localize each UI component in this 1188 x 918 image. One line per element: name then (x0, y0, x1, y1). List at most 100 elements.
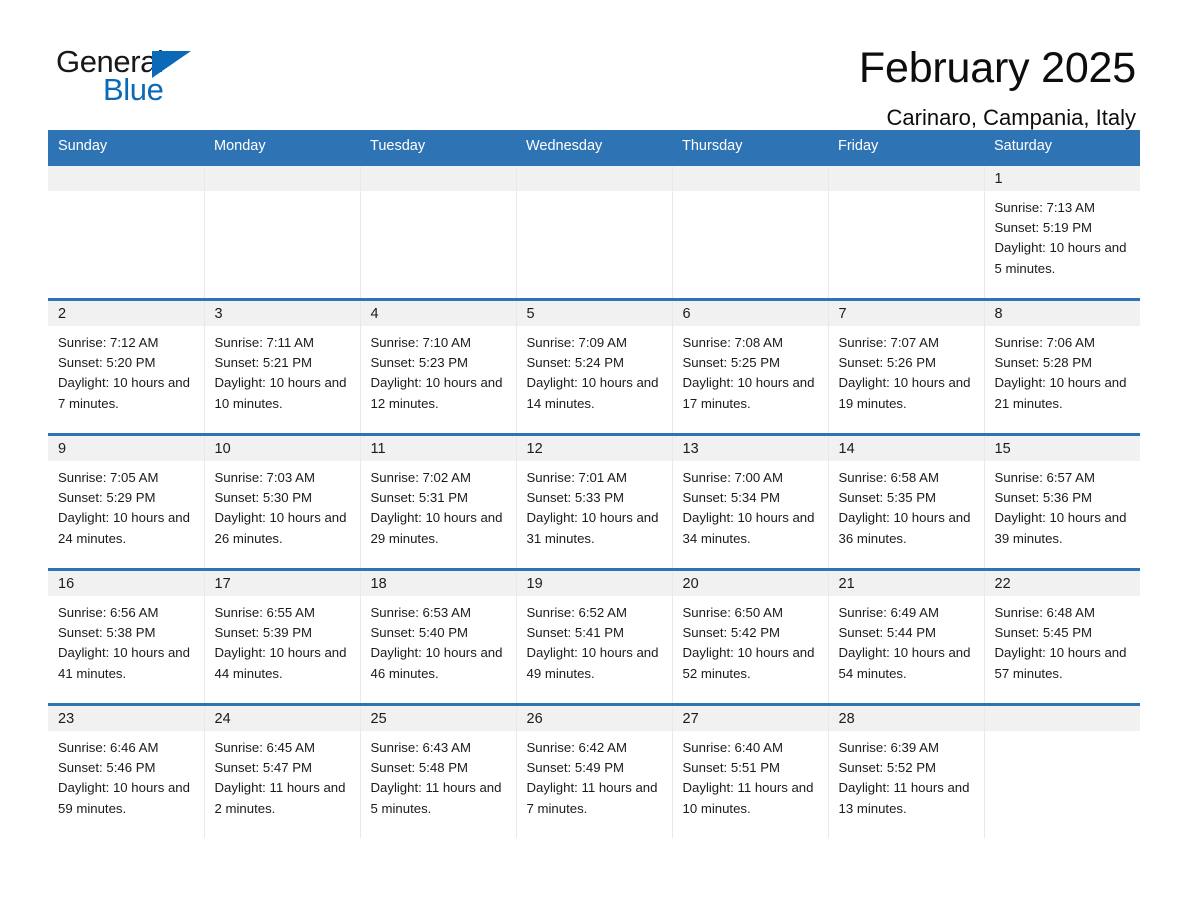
day-cell-inner: 19 Sunrise: 6:52 AM Sunset: 5:41 PM Dayligh… (516, 571, 672, 703)
calendar-day-cell[interactable]: 11 Sunrise: 7:02 AM Sunset: 5:31 PM Dayligh… (360, 433, 517, 570)
calendar-day-cell[interactable]: 7 Sunrise: 7:07 AM Sunset: 5:26 PM Daylight… (828, 298, 985, 435)
daylight-duration: Daylight: 11 hours and 5 minutes. (370, 780, 502, 816)
daylight-duration: Daylight: 10 hours and 21 minutes. (994, 375, 1127, 411)
sunrise-time: Sunrise: 6:39 AM (838, 740, 939, 755)
calendar-day-cell[interactable]: 13 Sunrise: 7:00 AM Sunset: 5:34 PM Dayligh… (672, 433, 829, 570)
day-number: 25 (360, 706, 516, 731)
day-cell-inner: 2 Sunrise: 7:12 AM Sunset: 5:20 PM Daylight… (48, 301, 204, 433)
calendar-day-cell-empty (984, 703, 1140, 838)
calendar-day-cell[interactable]: 5 Sunrise: 7:09 AM Sunset: 5:24 PM Daylight… (516, 298, 673, 435)
calendar-day-cell[interactable]: 1 Sunrise: 7:13 AM Sunset: 5:19 PM Daylight… (984, 163, 1140, 300)
calendar-day-cell[interactable]: 15 Sunrise: 6:57 AM Sunset: 5:36 PM Dayligh… (984, 433, 1140, 570)
day-number: 5 (516, 301, 672, 326)
sunrise-time: Sunrise: 7:10 AM (370, 335, 471, 350)
sunrise-time: Sunrise: 7:12 AM (58, 335, 159, 350)
sunset-time: Sunset: 5:39 PM (214, 625, 313, 641)
calendar-day-cell[interactable]: 20 Sunrise: 6:50 AM Sunset: 5:42 PM Dayligh… (672, 568, 829, 705)
calendar-day-cell[interactable]: 27 Sunrise: 6:40 AM Sunset: 5:51 PM Dayligh… (672, 703, 829, 838)
calendar-day-cell[interactable]: 19 Sunrise: 6:52 AM Sunset: 5:41 PM Dayligh… (516, 568, 673, 705)
day-number: 24 (204, 706, 360, 731)
daylight-duration: Daylight: 10 hours and 36 minutes. (838, 510, 971, 546)
day-number: 15 (984, 436, 1140, 461)
day-cell-inner (828, 166, 984, 298)
daylight-duration: Daylight: 10 hours and 46 minutes. (370, 645, 503, 681)
day-number: 2 (48, 301, 204, 326)
sunset-time: Sunset: 5:33 PM (526, 490, 625, 506)
sunset-time: Sunset: 5:47 PM (214, 760, 313, 776)
day-cell-inner: 23 Sunrise: 6:46 AM Sunset: 5:46 PM Dayligh… (48, 706, 204, 838)
day-number: 16 (48, 571, 204, 596)
day-number: 10 (204, 436, 360, 461)
day-number: 3 (204, 301, 360, 326)
day-cell-inner: 11 Sunrise: 7:02 AM Sunset: 5:31 PM Dayligh… (360, 436, 516, 568)
page-title: February 2025 (858, 44, 1136, 92)
day-number: 22 (984, 571, 1140, 596)
calendar-day-cell[interactable]: 16 Sunrise: 6:56 AM Sunset: 5:38 PM Dayligh… (48, 568, 205, 705)
day-cell-inner: 26 Sunrise: 6:42 AM Sunset: 5:49 PM Dayligh… (516, 706, 672, 838)
day-number: 28 (828, 706, 984, 731)
sunrise-time: Sunrise: 6:49 AM (838, 605, 939, 620)
calendar-day-cell[interactable]: 8 Sunrise: 7:06 AM Sunset: 5:28 PM Daylight… (984, 298, 1141, 435)
day-cell-inner: 7 Sunrise: 7:07 AM Sunset: 5:26 PM Daylight… (828, 301, 984, 433)
day-sun-info: Sunrise: 7:01 AM Sunset: 5:33 PM Daylight:… (517, 461, 672, 549)
sunset-time: Sunset: 5:34 PM (682, 490, 781, 506)
day-cell-inner: 8 Sunrise: 7:06 AM Sunset: 5:28 PM Daylight… (984, 301, 1141, 433)
day-cell-inner: 24 Sunrise: 6:45 AM Sunset: 5:47 PM Dayligh… (204, 706, 360, 838)
day-sun-info: Sunrise: 6:39 AM Sunset: 5:52 PM Daylight:… (829, 731, 984, 819)
calendar-day-cell[interactable]: 26 Sunrise: 6:42 AM Sunset: 5:49 PM Dayligh… (516, 703, 673, 838)
daylight-duration: Daylight: 10 hours and 41 minutes. (58, 645, 190, 681)
daylight-duration: Daylight: 10 hours and 14 minutes. (526, 375, 659, 411)
sunset-time: Sunset: 5:29 PM (58, 490, 156, 506)
day-number: 14 (828, 436, 984, 461)
calendar-day-cell[interactable]: 21 Sunrise: 6:49 AM Sunset: 5:44 PM Dayligh… (828, 568, 985, 705)
calendar-day-cell[interactable]: 22 Sunrise: 6:48 AM Sunset: 5:45 PM Dayligh… (984, 568, 1140, 705)
calendar-day-cell[interactable]: 2 Sunrise: 7:12 AM Sunset: 5:20 PM Daylight… (48, 298, 205, 435)
calendar-day-cell[interactable]: 25 Sunrise: 6:43 AM Sunset: 5:48 PM Dayligh… (360, 703, 517, 838)
calendar-day-cell[interactable]: 23 Sunrise: 6:46 AM Sunset: 5:46 PM Dayligh… (48, 703, 205, 838)
weekday-header-monday: Monday (204, 130, 360, 165)
day-sun-info: Sunrise: 6:40 AM Sunset: 5:51 PM Daylight:… (673, 731, 828, 819)
day-sun-info: Sunrise: 6:50 AM Sunset: 5:42 PM Daylight:… (673, 596, 828, 684)
sunset-time: Sunset: 5:35 PM (838, 490, 937, 506)
day-cell-inner: 4 Sunrise: 7:10 AM Sunset: 5:23 PM Daylight… (360, 301, 516, 433)
sunset-time: Sunset: 5:36 PM (994, 490, 1093, 506)
calendar-day-cell[interactable]: 3 Sunrise: 7:11 AM Sunset: 5:21 PM Daylight… (204, 298, 361, 435)
day-number: 18 (360, 571, 516, 596)
calendar-day-cell[interactable]: 4 Sunrise: 7:10 AM Sunset: 5:23 PM Daylight… (360, 298, 517, 435)
day-number: 11 (360, 436, 516, 461)
sunset-time: Sunset: 5:21 PM (214, 355, 313, 371)
day-sun-info: Sunrise: 7:11 AM Sunset: 5:21 PM Daylight:… (205, 326, 360, 414)
calendar-body: 1 Sunrise: 7:13 AM Sunset: 5:19 PM Daylight… (48, 163, 1141, 838)
day-number (672, 166, 828, 191)
day-cell-inner (516, 166, 672, 298)
daylight-duration: Daylight: 10 hours and 34 minutes. (682, 510, 815, 546)
day-sun-info: Sunrise: 6:45 AM Sunset: 5:47 PM Daylight:… (205, 731, 360, 819)
sunrise-time: Sunrise: 6:58 AM (838, 470, 939, 485)
day-number: 17 (204, 571, 360, 596)
day-number: 21 (828, 571, 984, 596)
calendar-day-cell-empty (828, 163, 985, 300)
calendar-day-cell[interactable]: 6 Sunrise: 7:08 AM Sunset: 5:25 PM Daylight… (672, 298, 829, 435)
day-number (360, 166, 516, 191)
day-cell-inner: 6 Sunrise: 7:08 AM Sunset: 5:25 PM Daylight… (672, 301, 828, 433)
daylight-duration: Daylight: 10 hours and 52 minutes. (682, 645, 815, 681)
calendar-day-cell[interactable]: 28 Sunrise: 6:39 AM Sunset: 5:52 PM Dayligh… (828, 703, 985, 838)
weekday-header-wednesday: Wednesday (516, 130, 672, 165)
calendar-day-cell[interactable]: 14 Sunrise: 6:58 AM Sunset: 5:35 PM Dayligh… (828, 433, 985, 570)
weekday-header-tuesday: Tuesday (360, 130, 516, 165)
daylight-duration: Daylight: 10 hours and 59 minutes. (58, 780, 190, 816)
day-sun-info: Sunrise: 7:06 AM Sunset: 5:28 PM Daylight:… (985, 326, 1141, 414)
sunset-time: Sunset: 5:25 PM (682, 355, 781, 371)
calendar-day-cell[interactable]: 18 Sunrise: 6:53 AM Sunset: 5:40 PM Dayligh… (360, 568, 517, 705)
calendar-day-cell[interactable]: 9 Sunrise: 7:05 AM Sunset: 5:29 PM Daylight… (48, 433, 205, 570)
calendar-day-cell-empty (672, 163, 829, 300)
calendar-day-cell[interactable]: 17 Sunrise: 6:55 AM Sunset: 5:39 PM Dayligh… (204, 568, 361, 705)
calendar-day-cell[interactable]: 12 Sunrise: 7:01 AM Sunset: 5:33 PM Dayligh… (516, 433, 673, 570)
day-sun-info: Sunrise: 6:56 AM Sunset: 5:38 PM Daylight:… (48, 596, 204, 684)
day-number (516, 166, 672, 191)
calendar-day-cell-empty (48, 163, 205, 300)
daylight-duration: Daylight: 10 hours and 5 minutes. (994, 240, 1127, 276)
calendar-day-cell[interactable]: 24 Sunrise: 6:45 AM Sunset: 5:47 PM Dayligh… (204, 703, 361, 838)
sunrise-time: Sunrise: 6:46 AM (58, 740, 159, 755)
calendar-day-cell[interactable]: 10 Sunrise: 7:03 AM Sunset: 5:30 PM Dayligh… (204, 433, 361, 570)
